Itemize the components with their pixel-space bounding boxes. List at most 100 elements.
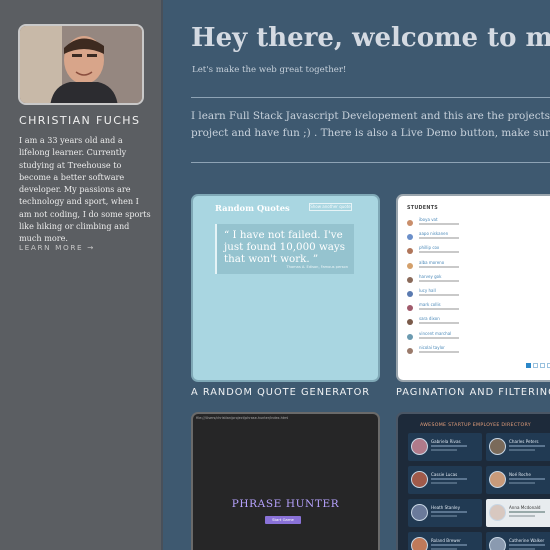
student-name: iboya vat [419,217,438,222]
tagline: Let's make the web great together! [192,65,347,75]
student-row: vincent marchal [407,331,550,344]
student-email [419,223,459,225]
student-avatar [407,333,413,340]
student-name: sara dixon [419,316,440,322]
main-content: Hey there, welcome to my P Let's make th… [165,0,550,550]
student-email [419,350,459,353]
employee-name: Cassie Lucas [431,472,458,477]
project-label-random-quote[interactable]: A RANDOM QUOTE GENERATOR [191,387,370,398]
employee-avatar [411,438,428,455]
employee-name: Roland Brewer [431,538,461,543]
profile-bio: I am a 33 years old and a lifelong learn… [19,135,151,244]
employee-email [431,511,467,513]
phrase-hunter-title: PHRASE HUNTER [231,498,340,510]
employee-card: Catherine Walker [486,532,550,550]
student-avatar [407,291,413,297]
student-avatar [407,220,413,226]
employee-card: Heath Stanley [408,499,482,527]
employee-email [431,478,467,480]
employee-card: Anna Mcdonald [486,499,550,527]
employee-city [509,482,535,484]
employee-city [509,515,535,517]
student-name: mark collis [419,302,441,308]
employee-avatar [489,504,506,521]
project-card-pagination[interactable]: STUDENTS iboya vat aapo niskanen phillip c… [396,194,550,382]
intro-line-2: project and have fun ;) . There is also … [191,127,550,139]
start-game-button: Start Game [265,516,301,524]
student-avatar [407,262,413,269]
student-avatar [407,276,413,283]
employee-card: Cassie Lucas [408,466,482,494]
student-name: vincent marchal [419,330,452,336]
profile-name: CHRISTIAN FUCHS [19,114,141,127]
page-button [526,363,531,368]
employee-city [509,449,535,451]
employee-avatar [489,471,506,488]
intro-line-1: I learn Full Stack Javascript Developeme… [191,110,550,122]
learn-more-link[interactable]: LEARN MORE → [19,243,95,252]
employee-name: Charles Peters [509,439,539,444]
project-card-employee-directory[interactable]: AWESOME STARTUP EMPLOYEE DIRECTORY Gabri… [396,412,550,550]
student-row: nicolai taylor [407,345,550,358]
quote-box: “ I have not failed. I've just found 10,… [215,224,354,274]
student-email [419,308,459,311]
employee-avatar [489,537,506,550]
student-row: sara dixon [407,316,550,329]
project-card-phrase-hunter[interactable]: file:///Users/christian/project/phrase-h… [191,412,380,550]
employee-email [509,445,545,447]
student-row: phillip cox [407,245,550,258]
project-card-random-quote[interactable]: Random Quotes Show another quote “ I hav… [191,194,380,382]
student-name: lucy hall [419,288,436,293]
employee-email [431,445,467,447]
employee-card: Gabriela Rivas [408,433,482,461]
student-email [419,265,459,268]
employee-avatar [411,471,428,488]
profile-sidebar: CHRISTIAN FUCHS I am a 33 years old and … [0,0,163,550]
quote-body: I have not failed. I've just found 10,00… [224,229,346,265]
employee-name: Anna Mcdonald [509,505,541,510]
employee-card: Noé Roche [486,466,550,494]
employee-city [431,482,457,484]
employee-email [431,544,467,546]
student-avatar [407,347,413,354]
student-row: alba moreno [407,260,550,273]
student-avatar [407,319,413,326]
page-headline: Hey there, welcome to my P [191,23,550,53]
student-email [419,294,459,296]
student-email [419,251,459,254]
directory-heading: AWESOME STARTUP EMPLOYEE DIRECTORY [420,423,531,428]
employee-avatar [489,438,506,455]
employee-avatar [411,537,428,550]
student-row: mark collis [407,302,550,315]
profile-avatar [18,24,144,105]
employee-email [509,511,545,513]
employee-email [509,478,545,480]
page-button [533,363,538,368]
employee-name: Catherine Walker [509,538,545,543]
quote-app-title: Random Quotes [215,203,290,213]
employee-avatar [411,504,428,521]
student-avatar [407,234,413,241]
students-heading: STUDENTS [407,206,439,211]
project-label-pagination[interactable]: PAGINATION AND FILTERING [396,387,550,398]
avatar-photo [20,26,142,103]
student-name: phillip cox [419,245,440,251]
employee-name: Gabriela Rivas [431,439,461,444]
employee-name: Noé Roche [509,472,531,477]
student-row: iboya vat [407,217,550,230]
student-email [419,336,459,339]
student-name: aapo niskanen [419,231,449,237]
divider-top [191,97,550,98]
student-row: aapo niskanen [407,231,550,244]
employee-name: Heath Stanley [431,505,460,510]
employee-card: Charles Peters [486,433,550,461]
employee-city [431,449,457,451]
student-row: lucy hall [407,288,550,301]
student-name: nicolai taylor [419,344,445,350]
browser-path: file:///Users/christian/project/phrase-h… [196,416,289,420]
intro-text: I learn Full Stack Javascript Developeme… [191,108,550,142]
page-button [540,363,545,368]
show-quote-button: Show another quote [309,203,352,211]
student-avatar [407,305,413,312]
student-email [419,279,459,282]
